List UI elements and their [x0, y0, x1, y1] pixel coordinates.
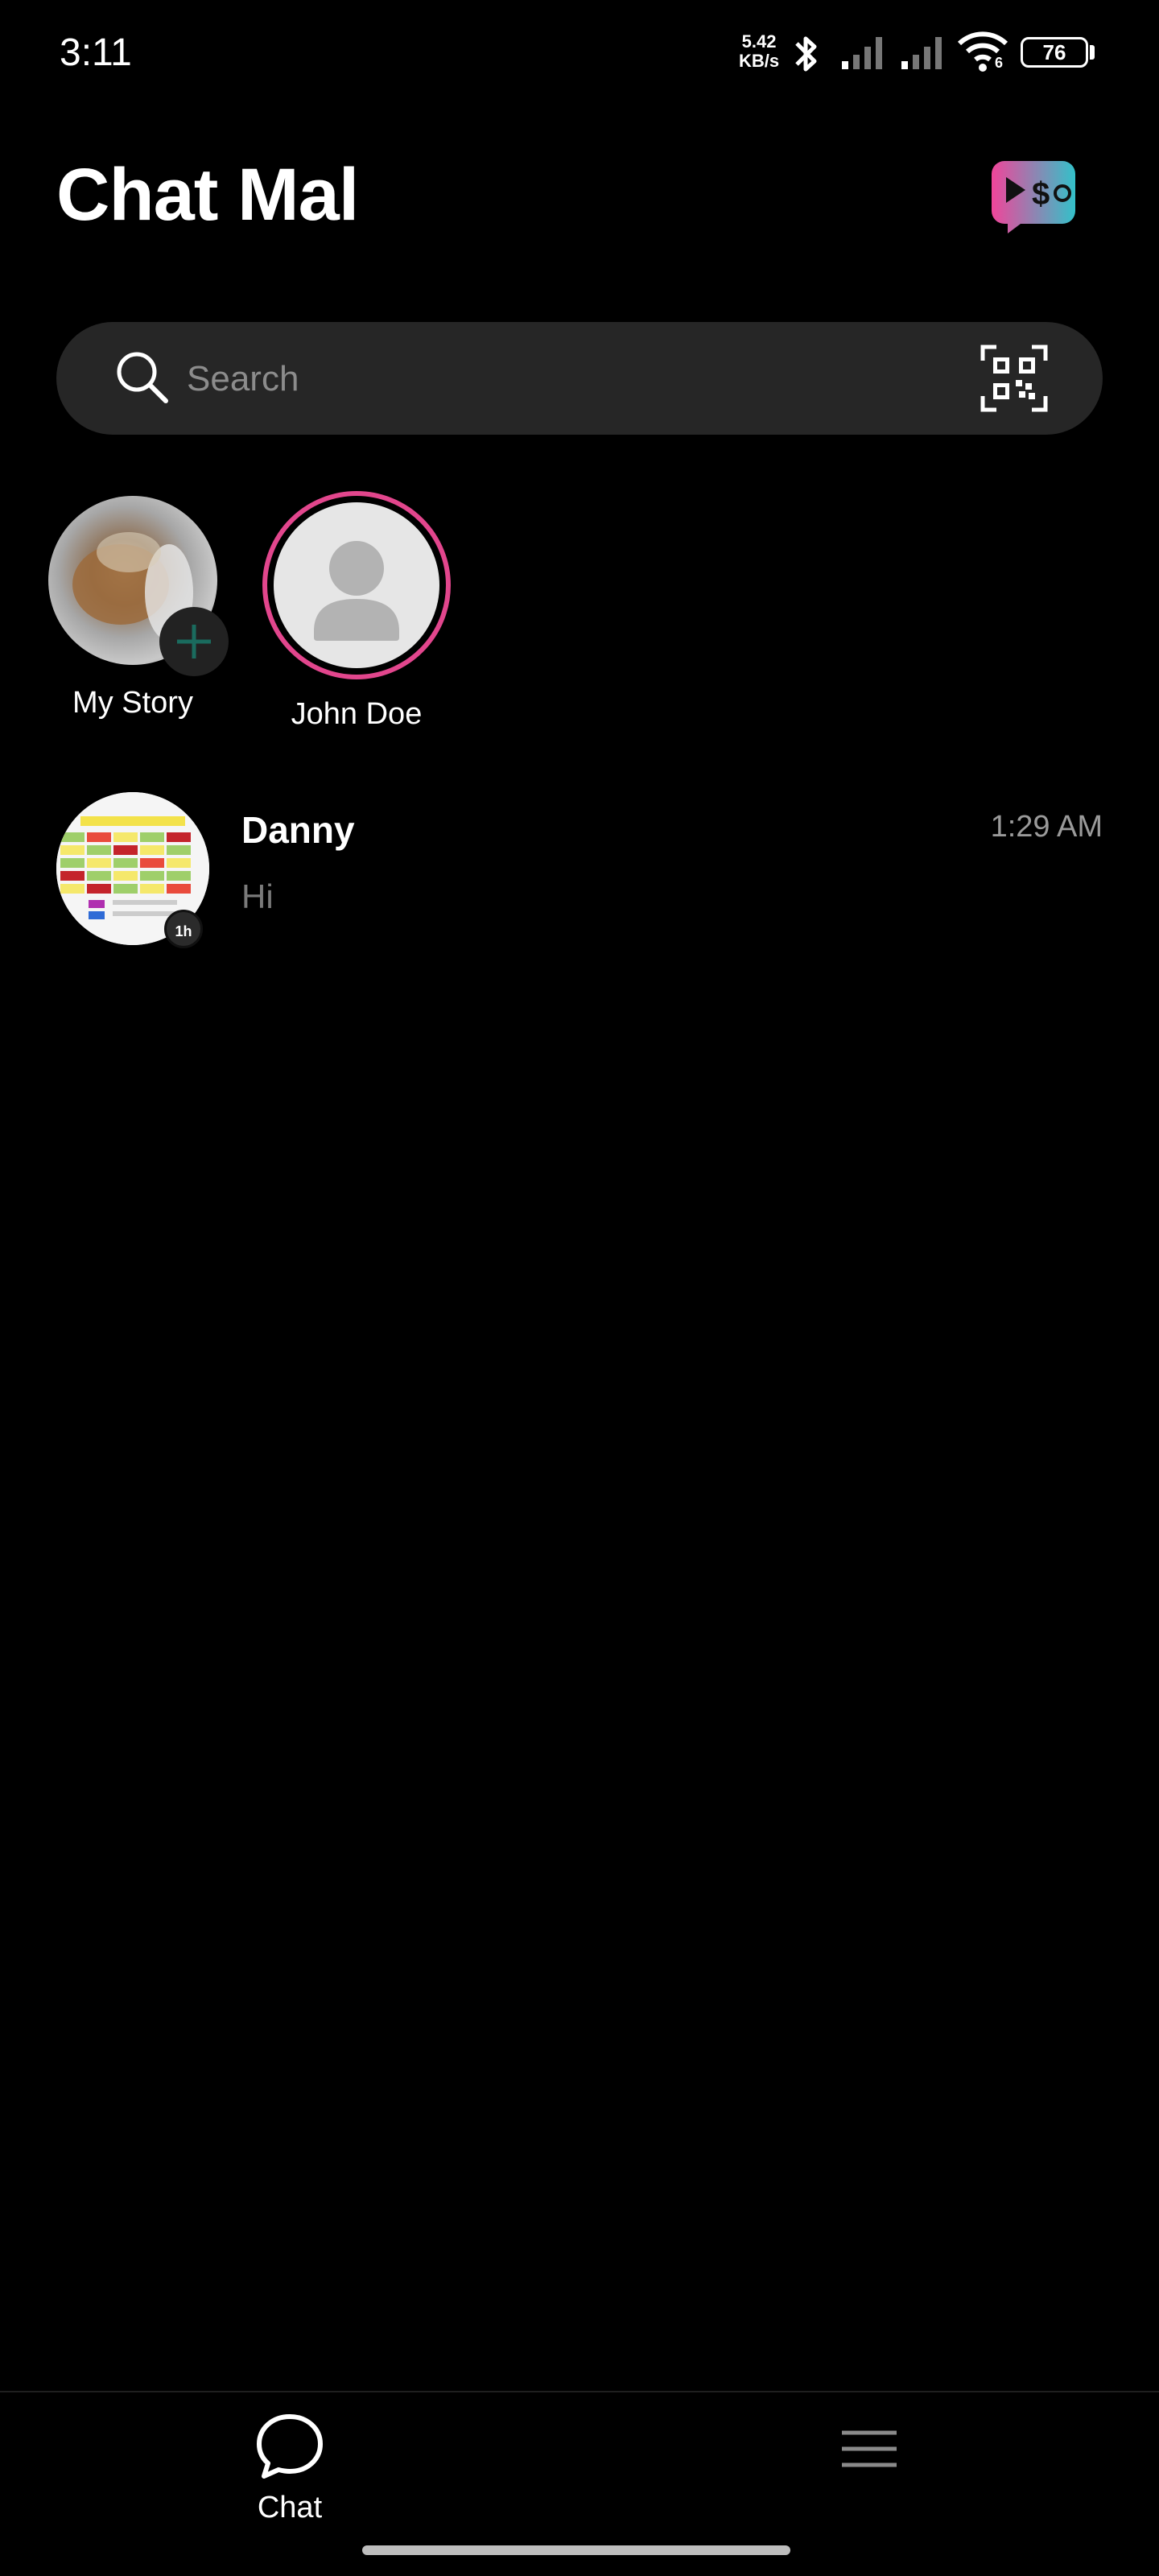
status-time: 3:11 [60, 31, 132, 74]
avatar[interactable] [274, 502, 439, 668]
qr-code-icon[interactable] [980, 345, 1048, 412]
search-icon [117, 352, 168, 403]
network-speed: 5.42 KB/s [739, 32, 779, 71]
person-icon [314, 541, 399, 641]
network-speed-value: 5.42 [741, 31, 777, 52]
story-label: John Doe [291, 697, 423, 731]
wifi-icon: 6 [956, 31, 1009, 76]
chat-bubble-icon[interactable] [254, 2412, 325, 2483]
chat-timestamp: 1:29 AM [990, 810, 1103, 844]
chat-contact-name: Danny [241, 809, 355, 851]
plus-icon [177, 625, 211, 658]
chat-last-message: Hi [241, 877, 274, 915]
svg-text:$: $ [1032, 176, 1050, 212]
video-money-icon[interactable]: $ [988, 158, 1079, 235]
home-indicator[interactable] [362, 2545, 790, 2555]
add-story-button[interactable] [159, 607, 229, 676]
network-speed-unit: KB/s [739, 51, 780, 71]
story-label: My Story [72, 686, 193, 720]
search-input[interactable] [185, 354, 913, 404]
battery-tip [1090, 45, 1095, 60]
page-title: Chat Mal [56, 154, 359, 236]
battery-indicator: 76 [1021, 37, 1088, 68]
signal-icon [901, 37, 942, 69]
menu-icon[interactable] [840, 2429, 898, 2468]
bluetooth-icon [795, 36, 817, 72]
story-age-badge: 1h [164, 910, 203, 948]
signal-icon [842, 37, 882, 69]
nav-chat-label[interactable]: Chat [225, 2491, 354, 2525]
wifi-label: 6 [995, 55, 1004, 71]
